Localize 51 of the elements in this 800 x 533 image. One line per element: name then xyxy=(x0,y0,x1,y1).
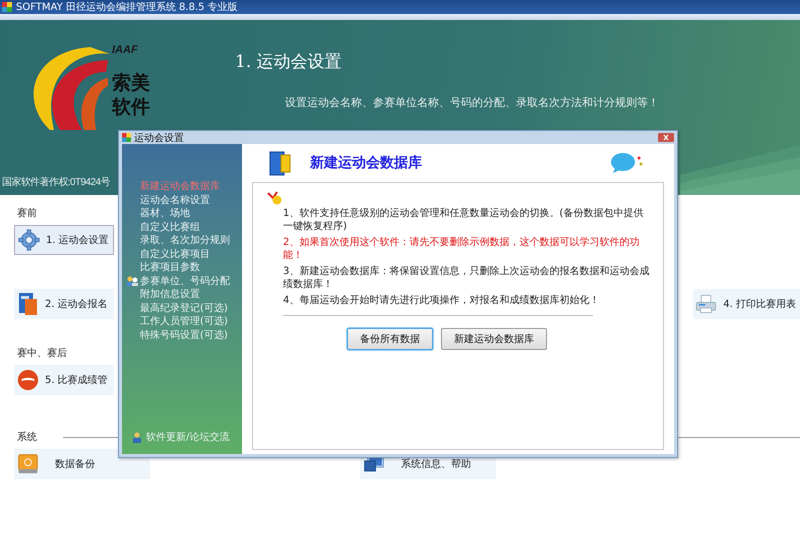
sidebar-item[interactable]: 参赛单位、号码分配 xyxy=(126,274,242,288)
logo-name: 索美 xyxy=(112,71,150,96)
close-icon[interactable] xyxy=(658,133,674,142)
banner-heading: 1. 运动会设置 xyxy=(235,51,343,73)
menu-tile[interactable]: 1. 运动会设置 xyxy=(14,225,114,255)
people-icon xyxy=(126,276,139,287)
forum-link[interactable]: 软件更新/论坛交流 xyxy=(126,430,242,444)
note-text: 3、新建运动会数据库：将保留设置信息，只删除上次运动会的报名数据和运动会成绩数据库！ xyxy=(283,265,650,291)
sidebar-item[interactable]: 附加信息设置 xyxy=(126,288,242,302)
tile-label: 1. 运动会设置 xyxy=(46,234,109,247)
database-icon xyxy=(268,149,292,177)
logo-mark: IAAF xyxy=(112,44,138,56)
sidebar-item[interactable]: 工作人员管理(可选) xyxy=(126,315,242,328)
note-text: 4、每届运动会开始时请先进行此项操作，对报名和成绩数据库初始化！ xyxy=(283,294,600,307)
logo-name: 软件 xyxy=(112,95,150,120)
sidebar-item[interactable]: 自定义比赛组 xyxy=(126,220,242,234)
dialog-button[interactable]: 新建运动会数据库 xyxy=(441,328,547,350)
note-text: 1、软件支持任意级别的运动会管理和任意数量运动会的切换。(备份数据包中提供一键恢复程序) xyxy=(283,207,644,233)
sidebar-item[interactable]: 器材、场地 xyxy=(126,207,242,220)
copyright-text: 国家软件著作权:0T9424号 xyxy=(2,176,110,189)
window-title: SOFTMAY 田径运动会编排管理系统 8.8.5 专业版 xyxy=(16,0,238,14)
menu-tile[interactable]: 数据备份 xyxy=(14,449,150,479)
tile-label: 5. 比赛成绩管 xyxy=(45,374,108,387)
banner-subtitle: 设置运动会名称、参赛单位名称、号码的分配、录取名次方法和计分规则等！ xyxy=(285,95,659,110)
app-icon xyxy=(122,133,131,142)
note-text: 2、如果首次使用这个软件：请先不要删除示例数据，这个数据可以学习软件的功能！ xyxy=(283,236,640,262)
sidebar-item[interactable]: 最高纪录登记(可选) xyxy=(126,302,242,315)
section-title: 赛前 xyxy=(17,206,37,220)
book-icon xyxy=(17,291,39,317)
dialog-heading: 新建运动会数据库 xyxy=(310,154,422,172)
people-icon xyxy=(132,432,143,442)
gear-icon xyxy=(18,227,40,253)
menu-tile[interactable]: 5. 比赛成绩管 xyxy=(14,365,114,395)
menu-tile[interactable]: 2. 运动会报名 xyxy=(14,289,114,319)
app-icon xyxy=(2,2,12,12)
dialog-title: 运动会设置 xyxy=(134,132,184,144)
sidebar-item[interactable]: 自定义比赛项目 xyxy=(126,248,242,261)
sidebar-item[interactable]: 特殊号码设置(可选) xyxy=(126,328,242,342)
tile-label: 数据备份 xyxy=(55,458,95,471)
disc-icon xyxy=(17,368,39,392)
tile-label: 4. 打印比赛用表 xyxy=(723,298,796,311)
sidebar-item[interactable]: 录取、名次加分规则 xyxy=(126,234,242,248)
menu-tile[interactable]: 4. 打印比赛用表 xyxy=(693,289,800,319)
dialog-button[interactable]: 备份所有数据 xyxy=(347,328,433,350)
sidebar-item[interactable]: 比赛项目参数 xyxy=(126,261,242,274)
tile-label: 系统信息、帮助 xyxy=(401,458,471,471)
help-bubble-icon[interactable] xyxy=(610,152,644,174)
tile-label: 2. 运动会报名 xyxy=(45,298,108,311)
section-title: 系统 xyxy=(17,430,37,444)
section-title: 赛中、赛后 xyxy=(17,346,67,360)
sidebar-item[interactable]: 运动会名称设置 xyxy=(126,194,242,207)
